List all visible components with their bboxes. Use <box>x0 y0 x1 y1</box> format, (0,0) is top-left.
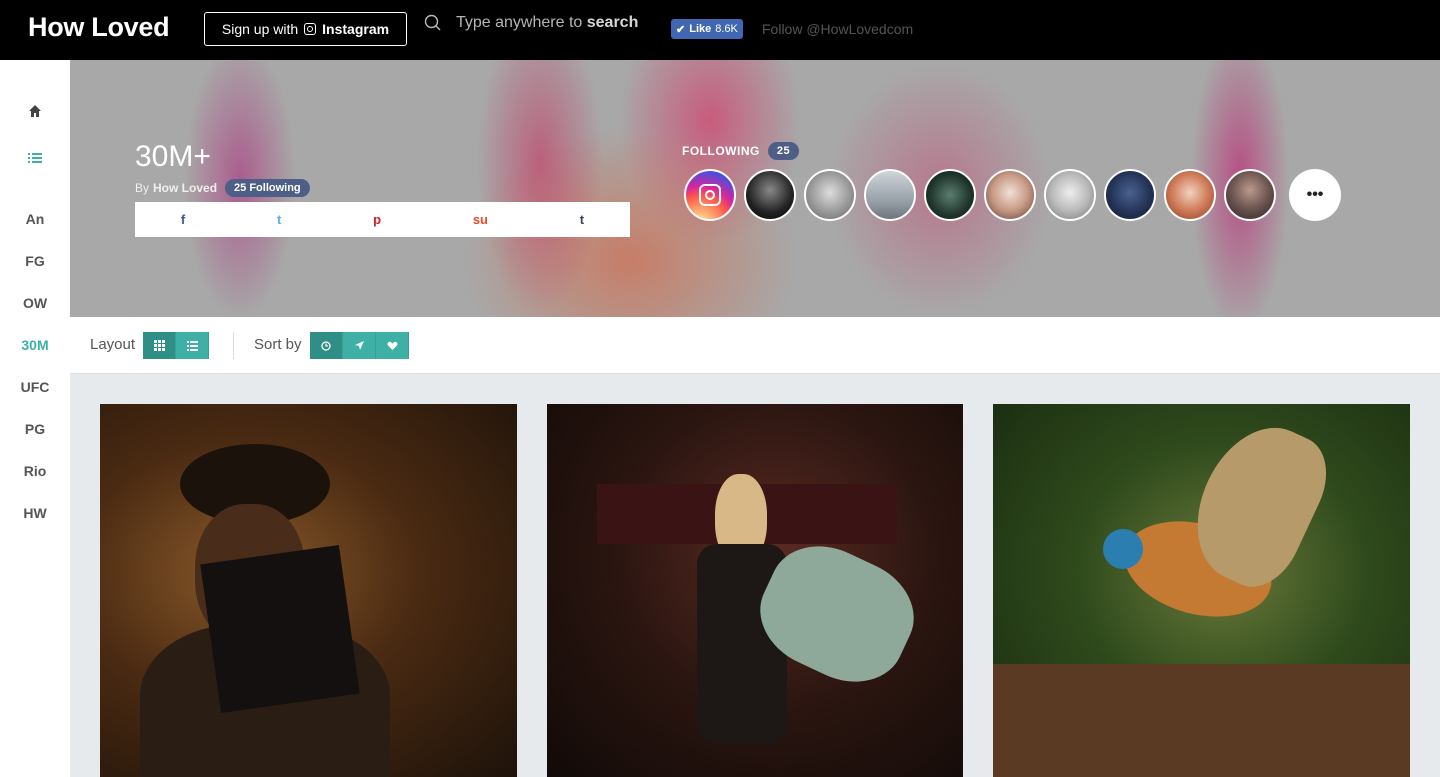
avatar[interactable] <box>1224 169 1276 221</box>
avatar[interactable] <box>1044 169 1096 221</box>
pinterest-share-icon[interactable]: p <box>373 212 381 227</box>
search-icon <box>424 14 441 31</box>
sidebar-item-an[interactable]: An <box>0 211 70 227</box>
avatar-instagram[interactable] <box>684 169 736 221</box>
sort-label: Sort by <box>254 336 302 353</box>
share-bar: f t p su t <box>135 202 630 237</box>
instagram-icon <box>304 23 317 35</box>
post-card-model[interactable] <box>547 404 963 777</box>
clock-icon[interactable] <box>310 332 343 359</box>
sidebar-item-30m[interactable]: 30M <box>0 337 70 353</box>
avatar[interactable] <box>984 169 1036 221</box>
like-count: 8.6K <box>715 23 738 35</box>
sidebar-item-ow[interactable]: OW <box>0 295 70 311</box>
camera-shape <box>200 544 360 714</box>
facebook-share-icon[interactable]: f <box>181 212 185 227</box>
avatar[interactable] <box>744 169 796 221</box>
sort-options <box>310 332 409 359</box>
following-avatars <box>684 169 1276 221</box>
menu-icon[interactable] <box>25 148 45 168</box>
hero-banner: 30M+ By How Loved 25 Following f t p su … <box>70 60 1440 317</box>
sidebar-item-hw[interactable]: HW <box>0 505 70 521</box>
stumbleupon-share-icon[interactable]: su <box>473 212 488 227</box>
ground-shape <box>993 664 1410 777</box>
author-link[interactable]: How Loved <box>153 181 217 195</box>
sidebar: An FG OW 30M UFC PG Rio HW <box>0 60 70 777</box>
hero-byline: By How Loved 25 Following <box>135 179 310 197</box>
more-following-button[interactable]: ••• <box>1289 169 1341 221</box>
heart-icon[interactable] <box>376 332 409 359</box>
following-header: FOLLOWING 25 <box>682 142 800 160</box>
following-count-badge[interactable]: 25 Following <box>225 179 310 197</box>
tumblr-share-icon[interactable]: t <box>580 212 584 227</box>
search-keyword: search <box>586 14 639 31</box>
post-card-photographer[interactable] <box>100 404 517 777</box>
site-logo[interactable]: How Loved <box>28 12 170 43</box>
avatar[interactable] <box>1164 169 1216 221</box>
signup-brand: Instagram <box>322 21 390 37</box>
signup-prefix: Sign up with <box>221 21 299 37</box>
following-label: FOLLOWING <box>682 144 760 158</box>
toolbar: Layout Sort by <box>70 317 1440 374</box>
rocket-icon[interactable] <box>343 332 376 359</box>
sidebar-item-rio[interactable]: Rio <box>0 463 70 479</box>
sidebar-item-pg[interactable]: PG <box>0 421 70 437</box>
top-bar: How Loved Sign up with Instagram Type an… <box>0 0 1440 60</box>
post-card-bird[interactable] <box>993 404 1410 777</box>
bird-head-shape <box>1103 529 1143 569</box>
home-icon[interactable] <box>25 101 45 121</box>
following-number-badge: 25 <box>767 142 800 160</box>
follow-twitter-link[interactable]: Follow @HowLovedcom <box>762 21 913 37</box>
twitter-share-icon[interactable]: t <box>277 212 281 227</box>
by-prefix: By <box>135 181 150 195</box>
avatar[interactable] <box>1104 169 1156 221</box>
toolbar-divider <box>233 332 234 359</box>
avatar[interactable] <box>804 169 856 221</box>
facebook-like-button[interactable]: ✔ Like 8.6K <box>671 19 743 39</box>
sidebar-item-fg[interactable]: FG <box>0 253 70 269</box>
layout-toggle <box>143 332 209 359</box>
avatar[interactable] <box>924 169 976 221</box>
like-label: Like <box>689 23 712 35</box>
page-title: 30M+ <box>135 140 211 173</box>
search-trigger[interactable]: Type anywhere to search <box>424 14 638 32</box>
sidebar-item-ufc[interactable]: UFC <box>0 379 70 395</box>
avatar[interactable] <box>864 169 916 221</box>
search-prompt: Type anywhere to <box>456 14 583 31</box>
list-view-icon[interactable] <box>176 332 209 359</box>
checkmark-icon: ✔ <box>676 23 686 36</box>
layout-label: Layout <box>90 336 136 353</box>
grid-view-icon[interactable] <box>143 332 176 359</box>
signup-instagram-button[interactable]: Sign up with Instagram <box>204 12 407 46</box>
